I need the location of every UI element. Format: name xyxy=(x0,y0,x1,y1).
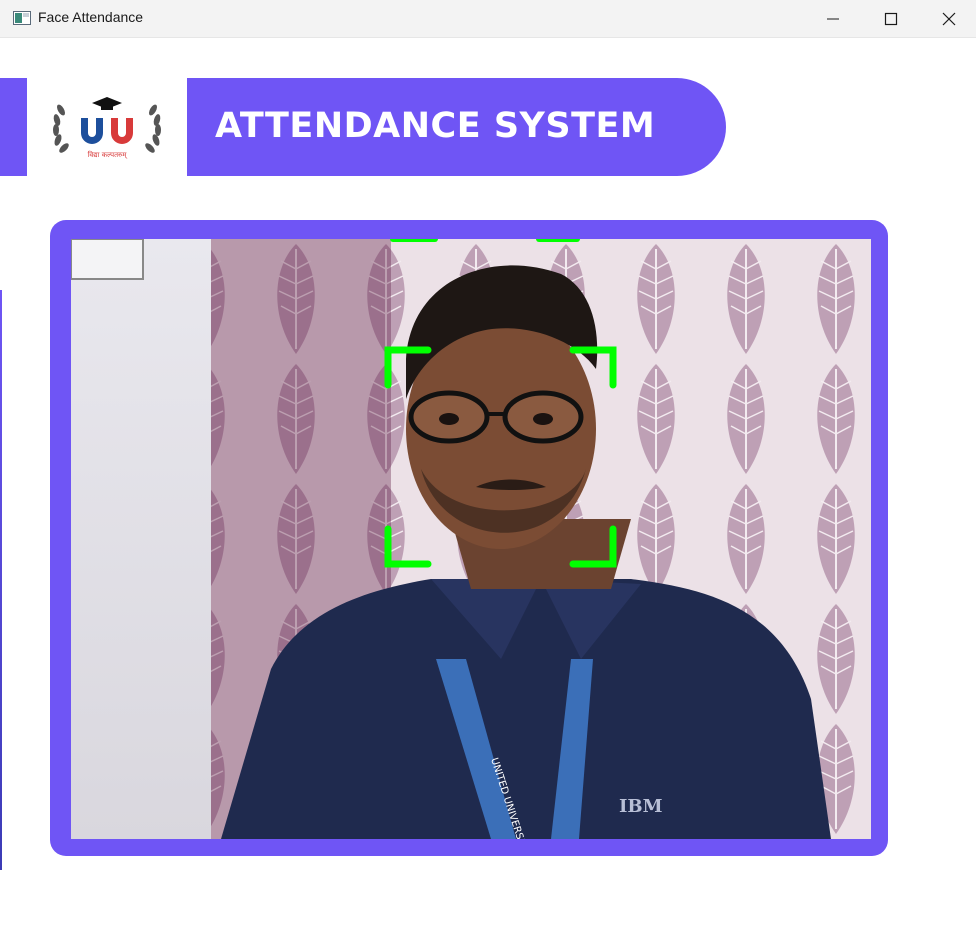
logo-caption: विद्या कल्पतरुम् xyxy=(87,151,127,159)
window-title: Face Attendance xyxy=(38,9,144,25)
maximize-button[interactable] xyxy=(862,0,920,37)
close-button[interactable] xyxy=(920,0,976,37)
close-icon xyxy=(942,12,956,25)
laurel-right-icon xyxy=(145,104,161,153)
window-edge xyxy=(0,290,2,870)
page-title: ATTENDANCE SYSTEM xyxy=(215,106,656,146)
webcam-feed: UNITED UNIVERSITY IBM xyxy=(71,239,871,839)
window-titlebar: Face Attendance xyxy=(0,0,976,38)
maximize-icon xyxy=(884,12,898,25)
header-banner: ATTENDANCE SYSTEM xyxy=(187,78,726,176)
face-detection-box xyxy=(384,346,617,568)
minimize-button[interactable] xyxy=(804,0,862,37)
university-logo: विद्या कल्पतरुम् xyxy=(27,78,187,176)
laurel-left-icon xyxy=(53,104,69,153)
app-icon xyxy=(13,10,31,25)
minimize-icon xyxy=(827,18,839,19)
header-accent-bar xyxy=(0,78,27,176)
webcam-frame: UNITED UNIVERSITY IBM xyxy=(50,220,888,856)
shirt-logo: IBM xyxy=(619,796,663,817)
